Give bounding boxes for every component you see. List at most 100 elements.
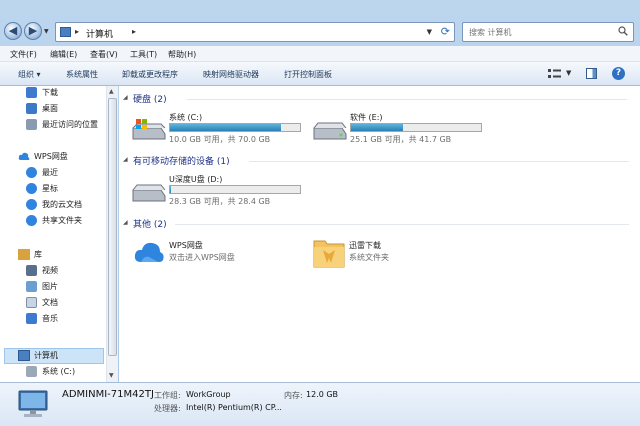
address-bar[interactable]: ▸ 计算机 ▸ ▼ ⟳ [55, 22, 455, 42]
command-bar: 组织 ▾ 系统属性 卸载或更改程序 映射网络驱动器 打开控制面板 ▼ ? [0, 62, 640, 86]
download-folder-icon [313, 240, 345, 268]
sidebar-item-label: 音乐 [42, 314, 58, 323]
workgroup-label: 工作组: [154, 391, 181, 400]
drive-e[interactable]: 软件 (E:) 25.1 GB 可用，共 41.7 GB [312, 112, 492, 150]
sidebar-item-label: 我的云文档 [42, 200, 82, 209]
view-options-dropdown[interactable]: ▼ [566, 69, 571, 77]
breadcrumb-separator-end[interactable]: ▸ [132, 27, 136, 36]
menu-edit[interactable]: 编辑(E) [50, 49, 77, 60]
drive-icon [26, 366, 37, 377]
menu-tools[interactable]: 工具(T) [130, 49, 157, 60]
wps-cloud-icon [134, 242, 164, 262]
drive-name: 系统 (C:) [169, 113, 203, 122]
sidebar-item-label: 最近访问的位置 [42, 120, 98, 129]
computer-icon [60, 27, 71, 37]
sidebar-item-label: 视频 [42, 266, 58, 275]
sidebar-item-label: 星标 [42, 184, 58, 193]
drive-name: U深度U盘 (D:) [169, 175, 223, 184]
memory-value: 12.0 GB [306, 390, 339, 399]
shared-folder-icon [26, 215, 37, 226]
refresh-icon[interactable]: ⟳ [441, 25, 450, 38]
search-box[interactable] [462, 22, 634, 42]
group-title: 有可移动存储的设备 (1) [133, 157, 230, 167]
desktop-icon [26, 103, 37, 114]
collapse-triangle-icon[interactable]: ◢ [123, 219, 128, 226]
preview-pane-icon[interactable] [586, 68, 597, 79]
video-icon [26, 265, 37, 276]
item-description: 系统文件夹 [349, 253, 389, 262]
item-description: 双击进入WPS网盘 [169, 253, 235, 262]
capacity-fill [351, 124, 403, 131]
documents-icon [26, 297, 37, 308]
group-title: 其他 (2) [133, 220, 167, 230]
sidebar-item-label: WPS网盘 [34, 152, 68, 161]
menu-file[interactable]: 文件(F) [10, 49, 37, 60]
map-network-drive-button[interactable]: 映射网络驱动器 [203, 69, 259, 80]
recent-pages-dropdown[interactable]: ▼ [44, 28, 50, 35]
item-name: 迅雷下载 [349, 241, 381, 250]
sidebar-item-label: 桌面 [42, 104, 58, 113]
pictures-icon [26, 281, 37, 292]
change-view-icon[interactable] [548, 68, 562, 79]
organize-button[interactable]: 组织 ▾ [18, 69, 41, 80]
cloud-icon [18, 152, 30, 160]
sidebar-item-label: 图片 [42, 282, 58, 291]
sidebar-item-label: 计算机 [34, 351, 58, 360]
capacity-bar [169, 185, 301, 194]
sidebar-scrollbar[interactable]: ▲ ▼ [106, 86, 118, 382]
star-icon [26, 183, 37, 194]
navigation-pane: 下载 桌面 最近访问的位置 WPS网盘 最近 星标 我的云文档 共享文件夹 库 … [0, 86, 118, 382]
sidebar-item-label: 库 [34, 250, 42, 259]
clock-icon [26, 167, 37, 178]
scroll-thumb[interactable] [108, 98, 117, 356]
forward-button[interactable]: ▶ [24, 22, 42, 40]
menu-view[interactable]: 查看(V) [90, 49, 118, 60]
scroll-down-arrow[interactable]: ▼ [109, 372, 114, 379]
windows-drive-icon [132, 119, 166, 140]
back-button[interactable]: ◀ [4, 22, 22, 40]
sidebar-item-label: 文档 [42, 298, 58, 307]
search-icon[interactable] [618, 26, 628, 36]
drive-free-space: 10.0 GB 可用，共 70.0 GB [169, 135, 271, 144]
memory-label: 内存: [284, 391, 303, 400]
capacity-bar [350, 123, 482, 132]
computer-icon [18, 390, 48, 417]
file-list: ◢ 硬盘 (2) 系统 (C:) 10.0 GB 可用，共 70.0 GB 软件… [119, 86, 640, 382]
menu-bar: 文件(F) 编辑(E) 查看(V) 工具(T) 帮助(H) [0, 46, 640, 62]
group-removable-storage[interactable]: ◢ 有可移动存储的设备 (1) [123, 154, 633, 168]
details-pane: ADMINMI-71M42TJ 工作组: WorkGroup 内存: 12.0 … [0, 382, 640, 426]
group-title: 硬盘 (2) [133, 95, 167, 105]
drive-c[interactable]: 系统 (C:) 10.0 GB 可用，共 70.0 GB [131, 112, 311, 150]
organize-label: 组织 [18, 70, 34, 79]
system-properties-button[interactable]: 系统属性 [66, 69, 98, 80]
workgroup-value: WorkGroup [186, 390, 231, 399]
scroll-up-arrow[interactable]: ▲ [109, 88, 114, 95]
group-hard-disks[interactable]: ◢ 硬盘 (2) [123, 92, 633, 106]
music-icon [26, 313, 37, 324]
search-input[interactable] [469, 26, 609, 38]
address-history-dropdown[interactable]: ▼ [427, 28, 432, 36]
open-control-panel-button[interactable]: 打开控制面板 [284, 69, 332, 80]
collapse-triangle-icon[interactable]: ◢ [123, 94, 128, 101]
capacity-bar [169, 123, 301, 132]
drive-name: 软件 (E:) [350, 113, 383, 122]
sidebar-item-label: 下载 [42, 88, 58, 97]
drive-d-usb[interactable]: U深度U盘 (D:) 28.3 GB 可用，共 28.4 GB [131, 174, 311, 212]
computer-icon [18, 350, 30, 361]
breadcrumb-separator[interactable]: ▸ [75, 27, 79, 36]
group-divider [187, 99, 627, 100]
cloud-docs-icon [26, 199, 37, 210]
wps-drive-item[interactable]: WPS网盘 双击进入WPS网盘 [133, 236, 303, 272]
capacity-fill [170, 186, 171, 193]
help-icon[interactable]: ? [612, 67, 625, 80]
menu-help[interactable]: 帮助(H) [168, 49, 196, 60]
group-divider [175, 224, 629, 225]
explorer-window: ◀ ▶ ▼ ▸ 计算机 ▸ ▼ ⟳ 文件(F) 编辑(E) 查看(V) 工具(T… [0, 0, 640, 426]
sidebar-item-label: 共享文件夹 [42, 216, 82, 225]
uninstall-program-button[interactable]: 卸载或更改程序 [122, 69, 178, 80]
thunder-download-item[interactable]: 迅雷下载 系统文件夹 [313, 236, 483, 272]
group-other[interactable]: ◢ 其他 (2) [123, 217, 633, 231]
collapse-triangle-icon[interactable]: ◢ [123, 156, 128, 163]
breadcrumb-computer[interactable]: 计算机 [86, 27, 113, 40]
drive-free-space: 25.1 GB 可用，共 41.7 GB [350, 135, 452, 144]
